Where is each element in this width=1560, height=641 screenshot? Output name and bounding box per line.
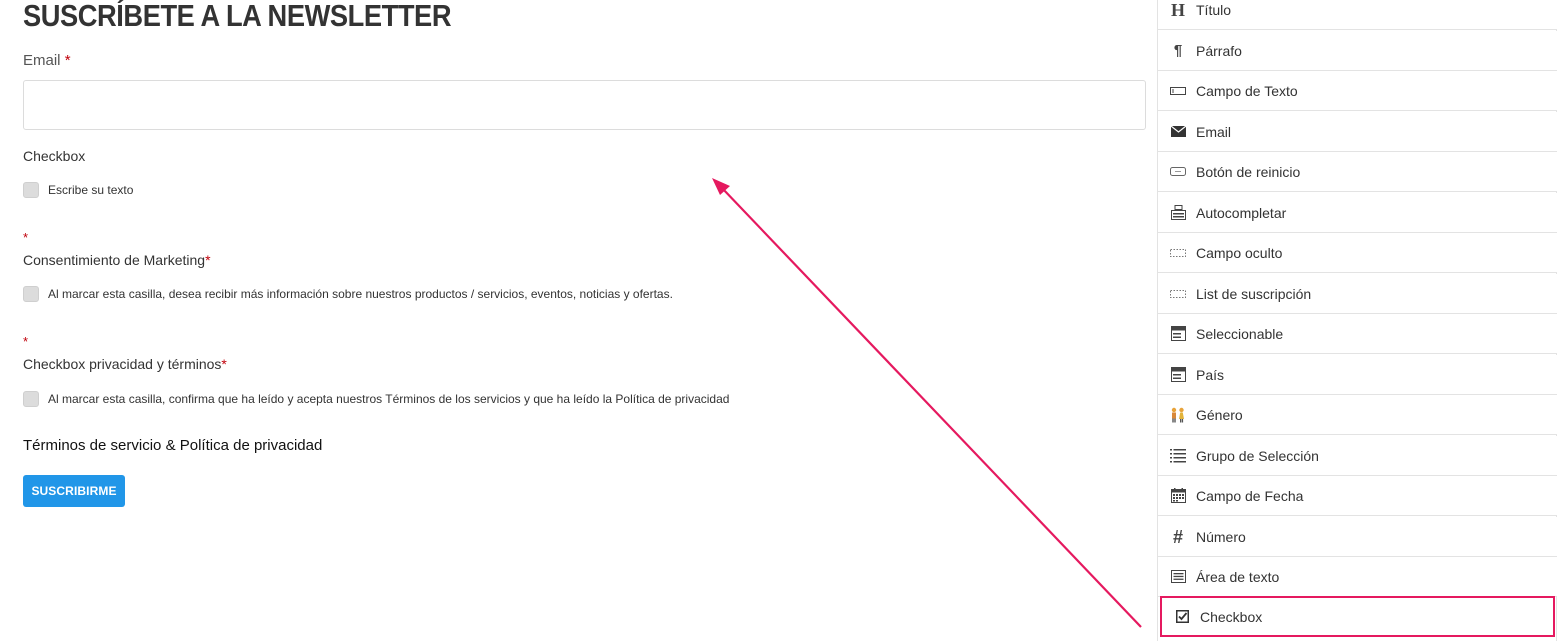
checkbox-option-label: Escribe su texto — [48, 183, 134, 197]
terms-ampersand: & — [165, 437, 176, 454]
marketing-consent-text: Al marcar esta casilla, desea recibir má… — [48, 287, 673, 301]
reset-button-icon — [1169, 163, 1187, 181]
palette-item-label: Autocompletar — [1196, 204, 1287, 221]
page: SUSCRÍBETE A LA NEWSLETTER Email * Check… — [0, 0, 1560, 641]
palette-item-label: Email — [1196, 123, 1232, 140]
palette-item-label: Campo de Fecha — [1196, 487, 1304, 504]
text-field-icon — [1169, 82, 1187, 100]
privacy-terms-label-text: Checkbox privacidad y términos — [23, 356, 222, 372]
required-mark: * — [205, 252, 211, 268]
palette-item-paragraph[interactable]: ¶ Párrafo — [1158, 31, 1557, 71]
form-title: SUSCRÍBETE A LA NEWSLETTER — [23, 0, 452, 33]
palette-item-label: Título — [1196, 1, 1232, 18]
heading-icon: H — [1170, 0, 1185, 20]
email-label-text: Email — [23, 52, 61, 69]
terms-links: Términos de servicio & Política de priva… — [23, 437, 322, 454]
palette-item-label: Número — [1196, 528, 1246, 545]
checkbox-option-row[interactable]: Escribe su texto — [23, 182, 133, 198]
palette-item-label: Botón de reinicio — [1196, 163, 1301, 180]
palette-item-textarea[interactable]: Área de texto — [1158, 557, 1557, 597]
country-icon — [1169, 366, 1187, 384]
marketing-consent-row[interactable]: Al marcar esta casilla, desea recibir má… — [23, 286, 673, 302]
textarea-icon — [1169, 568, 1187, 586]
palette-item-text-field[interactable]: Campo de Texto — [1158, 71, 1557, 111]
required-mark: * — [64, 52, 71, 69]
marketing-consent-label-text: Consentimiento de Marketing — [23, 252, 206, 268]
checkbox-option[interactable] — [23, 182, 39, 198]
envelope-icon — [1169, 123, 1187, 141]
palette-item-autocomplete[interactable]: Autocompletar — [1158, 193, 1557, 233]
palette-item-label: Seleccionable — [1196, 325, 1284, 342]
palette-item-checkbox[interactable]: Checkbox — [1160, 596, 1555, 637]
palette-item-number[interactable]: # Número — [1158, 517, 1557, 557]
field-palette: H Título ¶ Párrafo Campo de Texto Email … — [1157, 0, 1557, 641]
marketing-consent-checkbox[interactable] — [23, 286, 39, 302]
palette-item-hidden-field[interactable]: Campo oculto — [1158, 233, 1557, 273]
terms-of-service-link[interactable]: Términos de servicio — [23, 437, 161, 454]
palette-item-date-field[interactable]: Campo de Fecha — [1158, 476, 1557, 516]
privacy-terms-text: Al marcar esta casilla, confirma que ha … — [48, 392, 730, 406]
palette-item-label: Párrafo — [1196, 42, 1242, 59]
checkbox-group-label: Checkbox — [23, 148, 86, 164]
palette-item-subscription-list[interactable]: List de suscripción — [1158, 274, 1557, 314]
checkbox-icon — [1173, 608, 1191, 626]
privacy-policy-link[interactable]: Política de privacidad — [180, 437, 323, 454]
palette-item-country[interactable]: País — [1158, 355, 1557, 395]
subscribe-button[interactable]: SUSCRIBIRME — [23, 475, 125, 507]
palette-item-title[interactable]: H Título — [1158, 0, 1557, 30]
hidden-field-icon — [1169, 244, 1187, 262]
required-mark: * — [221, 356, 227, 372]
privacy-terms-row[interactable]: Al marcar esta casilla, confirma que ha … — [23, 391, 729, 407]
palette-item-label: List de suscripción — [1196, 285, 1312, 302]
hash-icon: # — [1172, 526, 1183, 547]
palette-item-gender[interactable]: Género — [1158, 395, 1557, 435]
palette-item-label: País — [1196, 366, 1225, 383]
privacy-terms-checkbox[interactable] — [23, 391, 39, 407]
privacy-terms-label: Checkbox privacidad y términos* — [23, 356, 227, 372]
palette-item-reset-button[interactable]: Botón de reinicio — [1158, 152, 1557, 192]
paragraph-icon: ¶ — [1173, 42, 1183, 59]
palette-item-label: Grupo de Selección — [1196, 447, 1319, 464]
select-icon — [1169, 325, 1187, 343]
palette-item-label: Campo de Texto — [1196, 82, 1298, 99]
gender-icon — [1169, 406, 1187, 424]
list-group-icon — [1169, 447, 1187, 465]
subscription-list-icon — [1169, 285, 1187, 303]
palette-item-selection-group[interactable]: Grupo de Selección — [1158, 436, 1557, 476]
palette-item-label: Género — [1196, 406, 1243, 423]
calendar-icon — [1169, 487, 1187, 505]
palette-item-label: Campo oculto — [1196, 244, 1283, 261]
email-label: Email * — [23, 52, 71, 69]
marketing-consent-label: Consentimiento de Marketing* — [23, 252, 211, 268]
palette-item-select[interactable]: Seleccionable — [1158, 314, 1557, 354]
required-mark: * — [23, 334, 29, 349]
palette-item-label: Checkbox — [1200, 608, 1263, 625]
autocomplete-icon — [1169, 204, 1187, 222]
required-mark: * — [23, 230, 29, 245]
palette-item-label: Área de texto — [1196, 568, 1280, 585]
email-field[interactable] — [23, 80, 1146, 130]
palette-item-email[interactable]: Email — [1158, 112, 1557, 152]
